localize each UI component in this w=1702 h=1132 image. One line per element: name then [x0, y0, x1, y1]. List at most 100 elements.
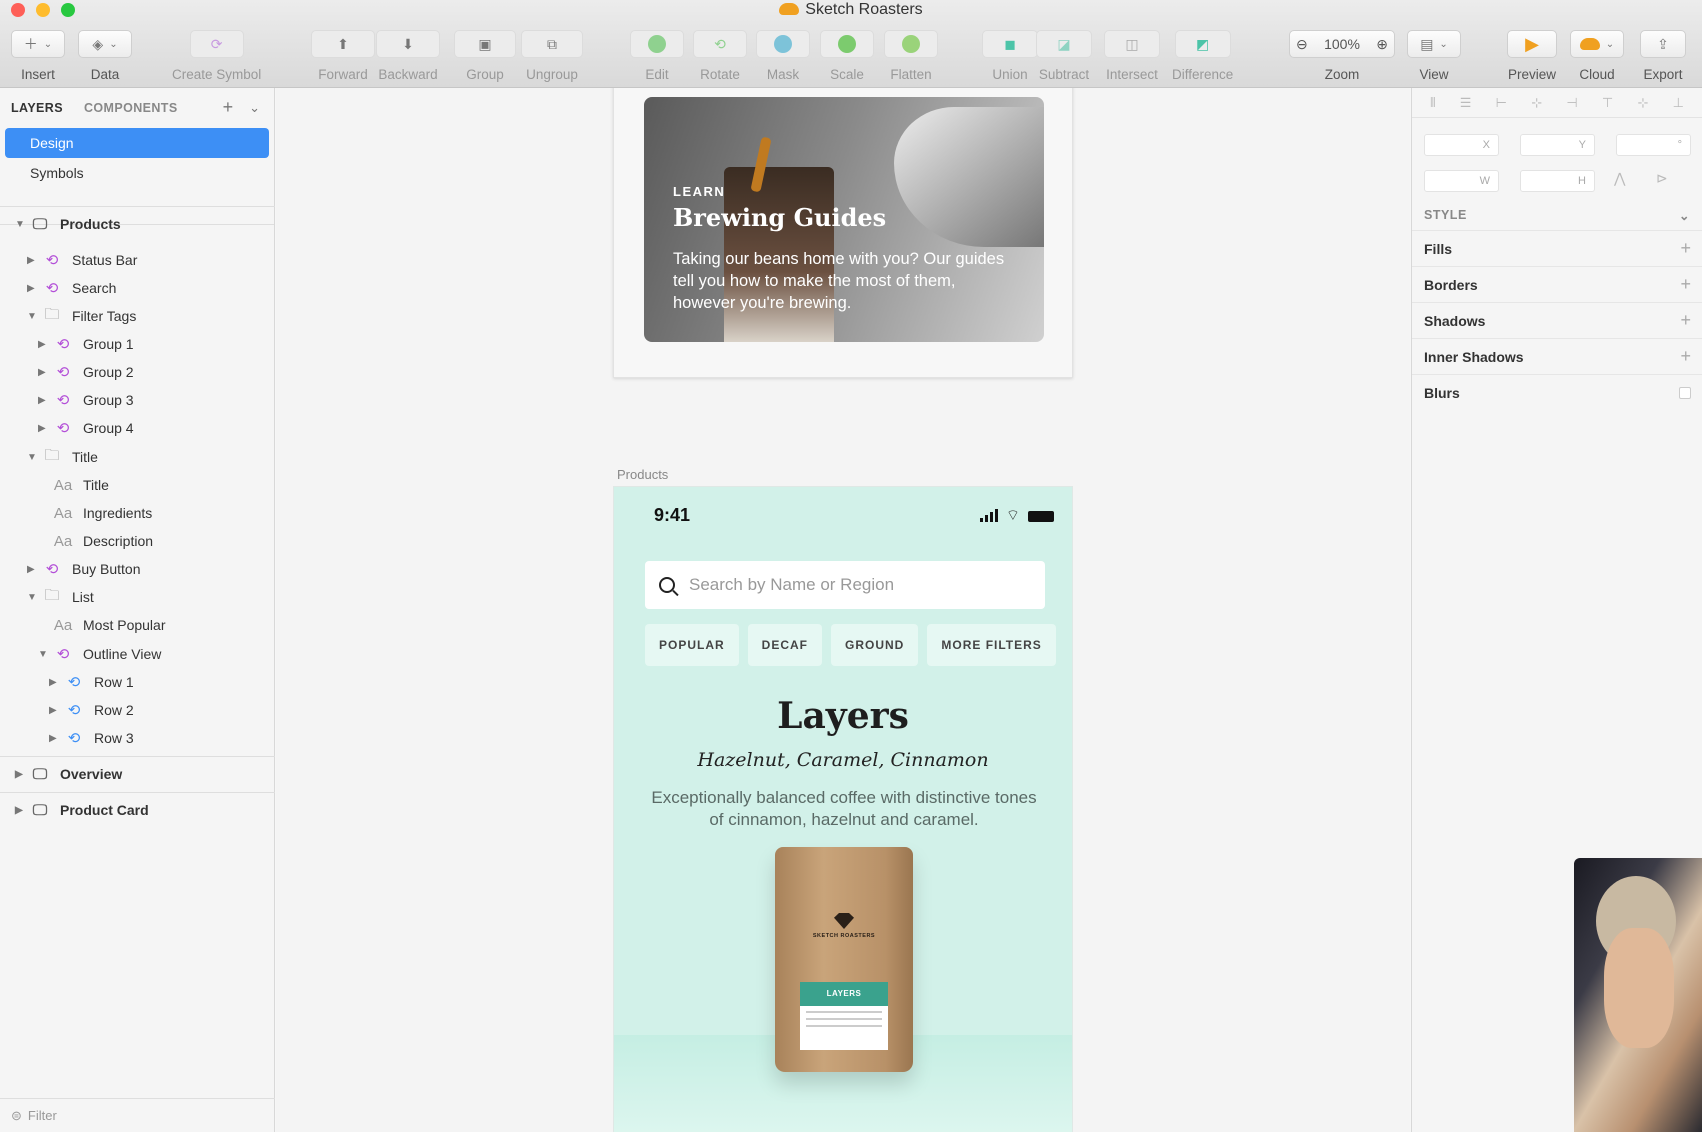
preview-button[interactable]: ▶ Preview	[1507, 30, 1557, 82]
borders-section[interactable]: Borders +	[1412, 266, 1702, 302]
mask-button[interactable]: Mask	[756, 30, 810, 82]
layer-row[interactable]: ▼ 🖵 Products	[15, 211, 121, 237]
blurs-section[interactable]: Blurs	[1412, 374, 1702, 410]
y-field[interactable]: Y	[1520, 134, 1595, 156]
blur-checkbox[interactable]	[1679, 386, 1691, 399]
disclosure-closed-icon[interactable]: ▶	[38, 339, 52, 350]
layer-row[interactable]: ▼ 🗀 Title	[27, 444, 98, 470]
layer-row[interactable]: ▶ ⟲ Row 1	[49, 669, 134, 695]
layer-row[interactable]: ▶ ⟲ Group 2	[38, 359, 134, 385]
data-button[interactable]: ◈ ⌄ Data	[78, 30, 132, 82]
flip-vertical-icon[interactable]: ⊳	[1656, 170, 1668, 187]
disclosure-closed-icon[interactable]: ▶	[27, 564, 41, 575]
disclosure-closed-icon[interactable]: ▶	[38, 367, 52, 378]
ungroup-button[interactable]: ⧉ Ungroup	[521, 30, 583, 82]
edit-button[interactable]: Edit	[630, 30, 684, 82]
zoom-in-icon[interactable]: ⊕	[1376, 36, 1388, 53]
layer-row[interactable]: Aa Most Popular	[38, 612, 166, 638]
layer-row[interactable]: ▼ 🗀 List	[27, 584, 94, 610]
layer-row[interactable]: ▼ 🗀 Filter Tags	[27, 303, 136, 329]
add-fill-icon[interactable]: +	[1680, 238, 1691, 259]
add-border-icon[interactable]: +	[1680, 274, 1691, 295]
distribute-vertical-icon[interactable]: ☰	[1460, 95, 1472, 111]
scale-button[interactable]: Scale	[820, 30, 874, 82]
disclosure-closed-icon[interactable]: ▶	[15, 805, 29, 816]
disclosure-open-icon[interactable]: ▼	[15, 219, 29, 230]
search-input[interactable]: Search by Name or Region	[645, 561, 1045, 609]
align-left-icon[interactable]: ⊢	[1496, 95, 1507, 111]
layer-row[interactable]: ▶ 🖵 Product Card	[15, 797, 149, 823]
export-button[interactable]: ⇪ Export	[1640, 30, 1686, 82]
backward-button[interactable]: ⬇ Backward	[376, 30, 440, 82]
flip-horizontal-icon[interactable]: ⋀	[1614, 170, 1625, 187]
layer-row[interactable]: ▶ ⟲ Row 3	[49, 725, 134, 751]
union-button[interactable]: ◼ Union	[982, 30, 1038, 82]
subtract-button[interactable]: ◪ Subtract	[1036, 30, 1092, 82]
cloud-button[interactable]: ⌄ Cloud	[1570, 30, 1624, 82]
tag-popular[interactable]: POPULAR	[645, 624, 739, 666]
add-page-icon[interactable]: +	[223, 97, 234, 119]
zoom-control[interactable]: ⊖ 100% ⊕ Zoom	[1289, 30, 1395, 82]
style-header[interactable]: STYLE ⌄	[1424, 208, 1690, 223]
layer-row[interactable]: ▶ ⟲ Search	[27, 275, 116, 301]
disclosure-closed-icon[interactable]: ▶	[15, 769, 29, 780]
rotation-field[interactable]: °	[1616, 134, 1691, 156]
artboard-label[interactable]: Products	[617, 467, 668, 482]
tab-components[interactable]: COMPONENTS	[84, 101, 178, 115]
align-center-icon[interactable]: ⊹	[1531, 95, 1542, 111]
disclosure-closed-icon[interactable]: ▶	[27, 283, 41, 294]
video-overlay[interactable]	[1574, 858, 1702, 1132]
zoom-out-icon[interactable]: ⊖	[1296, 36, 1308, 53]
add-shadow-icon[interactable]: +	[1680, 310, 1691, 331]
page-symbols[interactable]: Symbols	[5, 158, 269, 188]
shadows-section[interactable]: Shadows +	[1412, 302, 1702, 338]
rotate-button[interactable]: ⟲ Rotate	[693, 30, 747, 82]
tab-layers[interactable]: LAYERS	[11, 101, 63, 115]
flatten-button[interactable]: Flatten	[884, 30, 938, 82]
disclosure-closed-icon[interactable]: ▶	[27, 255, 41, 266]
layer-row[interactable]: Aa Title	[38, 472, 109, 498]
layer-row[interactable]: ▶ ⟲ Status Bar	[27, 247, 137, 273]
zoom-stepper[interactable]: ⊖ 100% ⊕	[1289, 30, 1395, 58]
disclosure-closed-icon[interactable]: ▶	[49, 705, 63, 716]
disclosure-open-icon[interactable]: ▼	[38, 649, 52, 660]
layer-row[interactable]: Aa Description	[38, 528, 153, 554]
align-middle-icon[interactable]: ⊹	[1637, 95, 1648, 111]
disclosure-closed-icon[interactable]: ▶	[49, 733, 63, 744]
width-field[interactable]: W	[1424, 170, 1499, 192]
layer-row[interactable]: ▶ ⟲ Group 3	[38, 387, 134, 413]
disclosure-open-icon[interactable]: ▼	[27, 311, 41, 322]
x-field[interactable]: X	[1424, 134, 1499, 156]
products-artboard[interactable]: 9:41 ⌔ Search by Name or Region POPULAR …	[613, 486, 1073, 1132]
layer-row[interactable]: Aa Ingredients	[38, 500, 152, 526]
difference-button[interactable]: ◩ Difference	[1172, 30, 1233, 82]
brewing-guides-artboard[interactable]: LEARN Brewing Guides Taking our beans ho…	[613, 88, 1073, 378]
forward-button[interactable]: ⬆ Forward	[311, 30, 375, 82]
layer-row[interactable]: ▼ ⟲ Outline View	[38, 641, 161, 667]
page-design[interactable]: Design	[5, 128, 269, 158]
tag-ground[interactable]: GROUND	[831, 624, 919, 666]
insert-button[interactable]: ＋ ⌄ Insert	[11, 30, 65, 82]
canvas[interactable]: LEARN Brewing Guides Taking our beans ho…	[276, 88, 1410, 1132]
layer-filter[interactable]: ⊜ Filter	[0, 1098, 275, 1132]
disclosure-closed-icon[interactable]: ▶	[38, 395, 52, 406]
tag-decaf[interactable]: DECAF	[747, 624, 823, 666]
layer-row[interactable]: ▶ ⟲ Buy Button	[27, 556, 141, 582]
fills-section[interactable]: Fills +	[1412, 230, 1702, 266]
align-right-icon[interactable]: ⊣	[1566, 95, 1577, 111]
view-button[interactable]: ▤ ⌄ View	[1407, 30, 1461, 82]
create-symbol-button[interactable]: ⟳ Create Symbol	[172, 30, 261, 82]
layer-row[interactable]: ▶ ⟲ Group 4	[38, 415, 134, 441]
disclosure-open-icon[interactable]: ▼	[27, 592, 41, 603]
align-bottom-icon[interactable]: ⊥	[1673, 95, 1684, 111]
disclosure-closed-icon[interactable]: ▶	[49, 677, 63, 688]
tag-more-filters[interactable]: MORE FILTERS	[927, 624, 1056, 666]
height-field[interactable]: H	[1520, 170, 1595, 192]
align-top-icon[interactable]: ⊤	[1602, 95, 1613, 111]
inner-shadows-section[interactable]: Inner Shadows +	[1412, 338, 1702, 374]
disclosure-closed-icon[interactable]: ▶	[38, 423, 52, 434]
hero-image-card[interactable]: LEARN Brewing Guides Taking our beans ho…	[644, 97, 1044, 342]
distribute-horizontal-icon[interactable]: ⫴	[1430, 95, 1435, 111]
layer-row[interactable]: ▶ 🖵 Overview	[15, 761, 122, 787]
disclosure-open-icon[interactable]: ▼	[27, 452, 41, 463]
